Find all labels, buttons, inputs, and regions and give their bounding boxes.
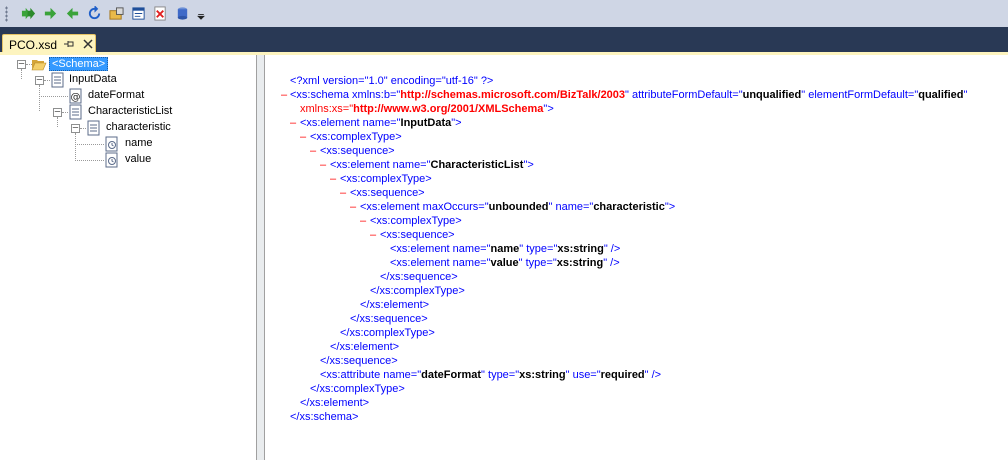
- close-icon[interactable]: [82, 38, 94, 50]
- tree-node-value[interactable]: value: [125, 153, 151, 165]
- forward-arrow-icon[interactable]: [42, 5, 59, 22]
- collapse-toggle[interactable]: –: [300, 130, 306, 144]
- open-folder-icon: [31, 56, 47, 72]
- tree-node-name[interactable]: name: [125, 137, 153, 149]
- xml-line-attribute: <xs:attribute name="dateFormat" type="xs…: [320, 369, 662, 381]
- database-icon[interactable]: [174, 5, 191, 22]
- tree-node-characteristic[interactable]: characteristic: [106, 121, 171, 133]
- xml-line: <xs:element name="name" type="xs:string"…: [390, 243, 621, 255]
- collapse-toggle[interactable]: –: [281, 88, 287, 102]
- tab-title: PCO.xsd: [9, 38, 58, 52]
- collapse-toggle[interactable]: –: [370, 228, 376, 242]
- xml-line: <xs:complexType>: [310, 131, 402, 143]
- xml-line: </xs:element>: [360, 299, 430, 311]
- attribute-icon: @: [68, 88, 84, 104]
- xml-line: </xs:element>: [330, 341, 400, 353]
- xml-line: </xs:complexType>: [310, 383, 405, 395]
- xml-line-schema-open: <xs:schema xmlns:b="http://schemas.micro…: [290, 89, 968, 101]
- xml-line: </xs:sequence>: [320, 355, 398, 367]
- back-arrow-icon[interactable]: [64, 5, 81, 22]
- toolbar-grip[interactable]: [5, 6, 8, 22]
- xml-line: <xs:complexType>: [370, 215, 462, 227]
- overflow-dropdown-icon[interactable]: [196, 5, 206, 22]
- pin-icon[interactable]: [63, 38, 75, 50]
- xml-line: </xs:sequence>: [380, 271, 458, 283]
- xml-line: <xs:sequence>: [380, 229, 455, 241]
- delete-icon[interactable]: [152, 5, 169, 22]
- collapse-toggle[interactable]: –: [320, 158, 326, 172]
- validate-all-icon[interactable]: [20, 5, 37, 22]
- field-element-icon: [104, 152, 120, 168]
- record-icon: [86, 120, 102, 136]
- xml-line: </xs:sequence>: [350, 313, 428, 325]
- document-tab-strip: [0, 27, 1008, 54]
- xml-line: <xs:element name="value" type="xs:string…: [390, 257, 620, 269]
- collapse-toggle[interactable]: –: [290, 116, 296, 130]
- xml-line: <xs:sequence>: [350, 187, 425, 199]
- tree-node-dateformat[interactable]: dateFormat: [88, 89, 144, 101]
- tree-expander-characteristiclist[interactable]: –: [53, 108, 62, 117]
- record-icon: [50, 72, 66, 88]
- collapse-toggle[interactable]: –: [310, 144, 316, 158]
- xml-line: </xs:complexType>: [370, 285, 465, 297]
- schema-tree-panel[interactable]: – <Schema> – InputData @ dateFormat – Ch…: [0, 55, 257, 460]
- refresh-icon[interactable]: [86, 5, 103, 22]
- collapse-toggle[interactable]: –: [330, 172, 336, 186]
- panel-splitter[interactable]: [257, 55, 264, 460]
- collapse-toggle[interactable]: –: [350, 200, 356, 214]
- xml-line-xmlns: xmlns:xs="http://www.w3.org/2001/XMLSche…: [300, 103, 554, 115]
- xml-line: <xs:element name="CharacteristicList">: [330, 159, 534, 171]
- tree-node-characteristiclist[interactable]: CharacteristicList: [88, 105, 172, 117]
- svg-text:@: @: [71, 92, 81, 103]
- collapse-toggle[interactable]: –: [340, 186, 346, 200]
- folder-lock-icon[interactable]: [108, 5, 125, 22]
- tab-pco-xsd[interactable]: PCO.xsd: [2, 34, 96, 54]
- properties-icon[interactable]: [130, 5, 147, 22]
- field-element-icon: [104, 136, 120, 152]
- xml-line: <xs:element name="InputData">: [300, 117, 462, 129]
- tree-expander-inputdata[interactable]: –: [35, 76, 44, 85]
- collapse-toggle[interactable]: –: [360, 214, 366, 228]
- record-icon: [68, 104, 84, 120]
- xml-line: </xs:complexType>: [340, 327, 435, 339]
- xml-line: <xs:element maxOccurs="unbounded" name="…: [360, 201, 676, 213]
- xml-view-panel[interactable]: <?xml version="1.0" encoding="utf-16" ?>…: [264, 55, 1008, 460]
- toolbar: [0, 0, 1008, 28]
- tree-node-inputdata[interactable]: InputData: [69, 73, 117, 85]
- tree-expander-schema[interactable]: –: [17, 60, 26, 69]
- tree-node-schema[interactable]: <Schema>: [49, 57, 109, 71]
- xml-line-declaration: <?xml version="1.0" encoding="utf-16" ?>: [290, 75, 494, 87]
- xml-line-schema-close: </xs:schema>: [290, 411, 359, 423]
- tree-expander-characteristic[interactable]: –: [71, 124, 80, 133]
- xml-line: <xs:complexType>: [340, 173, 432, 185]
- xml-line: </xs:element>: [300, 397, 370, 409]
- xml-line: <xs:sequence>: [320, 145, 395, 157]
